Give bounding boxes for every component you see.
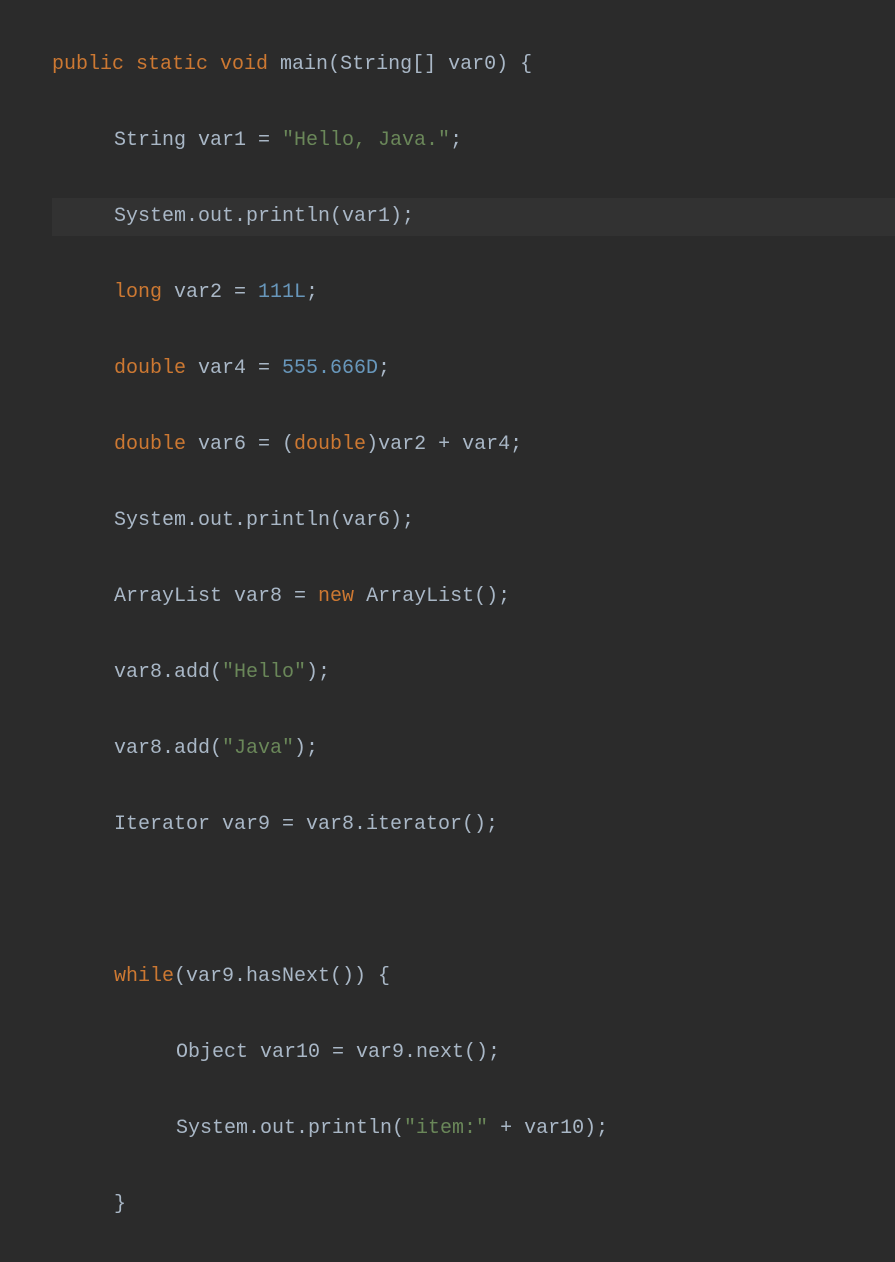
code-line-5[interactable]: double var4 = 555.666D; [52,350,895,388]
code-line-14[interactable]: Object var10 = var9.next(); [52,1034,895,1072]
code-line-6[interactable]: double var6 = (double)var2 + var4; [52,426,895,464]
keyword-public-static-void: public static void [52,53,268,76]
println-call: System.out.println(var1); [114,205,414,228]
code-line-4[interactable]: long var2 = 111L; [52,274,895,312]
object-decl: Object var10 = var9.next(); [176,1041,500,1064]
code-line-15[interactable]: System.out.println("item:" + var10); [52,1110,895,1148]
number-literal: 111L [258,281,306,304]
closing-brace: } [114,1193,126,1216]
keyword-new: new [318,585,354,608]
semicolon: ; [306,281,318,304]
add-call-post: ); [294,737,318,760]
add-call-pre: var8.add( [114,737,222,760]
code-line-11[interactable]: Iterator var9 = var8.iterator(); [52,806,895,844]
code-line-13[interactable]: while(var9.hasNext()) { [52,958,895,996]
iterator-decl: Iterator var9 = var8.iterator(); [114,813,498,836]
arraylist-decl: ArrayList var8 = [114,585,318,608]
keyword-double: double [114,433,186,456]
keyword-double: double [114,357,186,380]
keyword-long: long [114,281,162,304]
code-line-1[interactable]: public static void main(String[] var0) { [52,46,895,84]
while-condition: (var9.hasNext()) { [174,965,390,988]
string-literal: "Hello, Java." [282,129,450,152]
string-literal: "Hello" [222,661,306,684]
keyword-double-cast: double [294,433,366,456]
string-decl: String var1 = [114,129,282,152]
code-line-10[interactable]: var8.add("Java"); [52,730,895,768]
add-call-pre: var8.add( [114,661,222,684]
code-line-7[interactable]: System.out.println(var6); [52,502,895,540]
number-literal: 555.666D [282,357,378,380]
keyword-while: while [114,965,174,988]
println-post: + var10); [488,1117,608,1140]
var-assign: var4 = [186,357,282,380]
semicolon: ; [450,129,462,152]
string-literal: "Java" [222,737,294,760]
add-call-post: ); [306,661,330,684]
code-line-2[interactable]: String var1 = "Hello, Java."; [52,122,895,160]
code-line-16[interactable]: } [52,1186,895,1224]
code-line-3-highlighted[interactable]: System.out.println(var1); [52,198,895,236]
var-assign: var2 = [162,281,258,304]
constructor-call: ArrayList(); [354,585,510,608]
var-assign: var6 = ( [186,433,294,456]
code-line-12-blank[interactable] [52,882,895,920]
println-pre: System.out.println( [176,1117,404,1140]
string-literal: "item:" [404,1117,488,1140]
expr-rest: )var2 + var4; [366,433,522,456]
semicolon: ; [378,357,390,380]
code-editor[interactable]: public static void main(String[] var0) {… [0,8,895,1262]
method-main: main [268,53,328,76]
code-line-8[interactable]: ArrayList var8 = new ArrayList(); [52,578,895,616]
params: (String[] var0) { [328,53,532,76]
println-call: System.out.println(var6); [114,509,414,532]
code-line-9[interactable]: var8.add("Hello"); [52,654,895,692]
